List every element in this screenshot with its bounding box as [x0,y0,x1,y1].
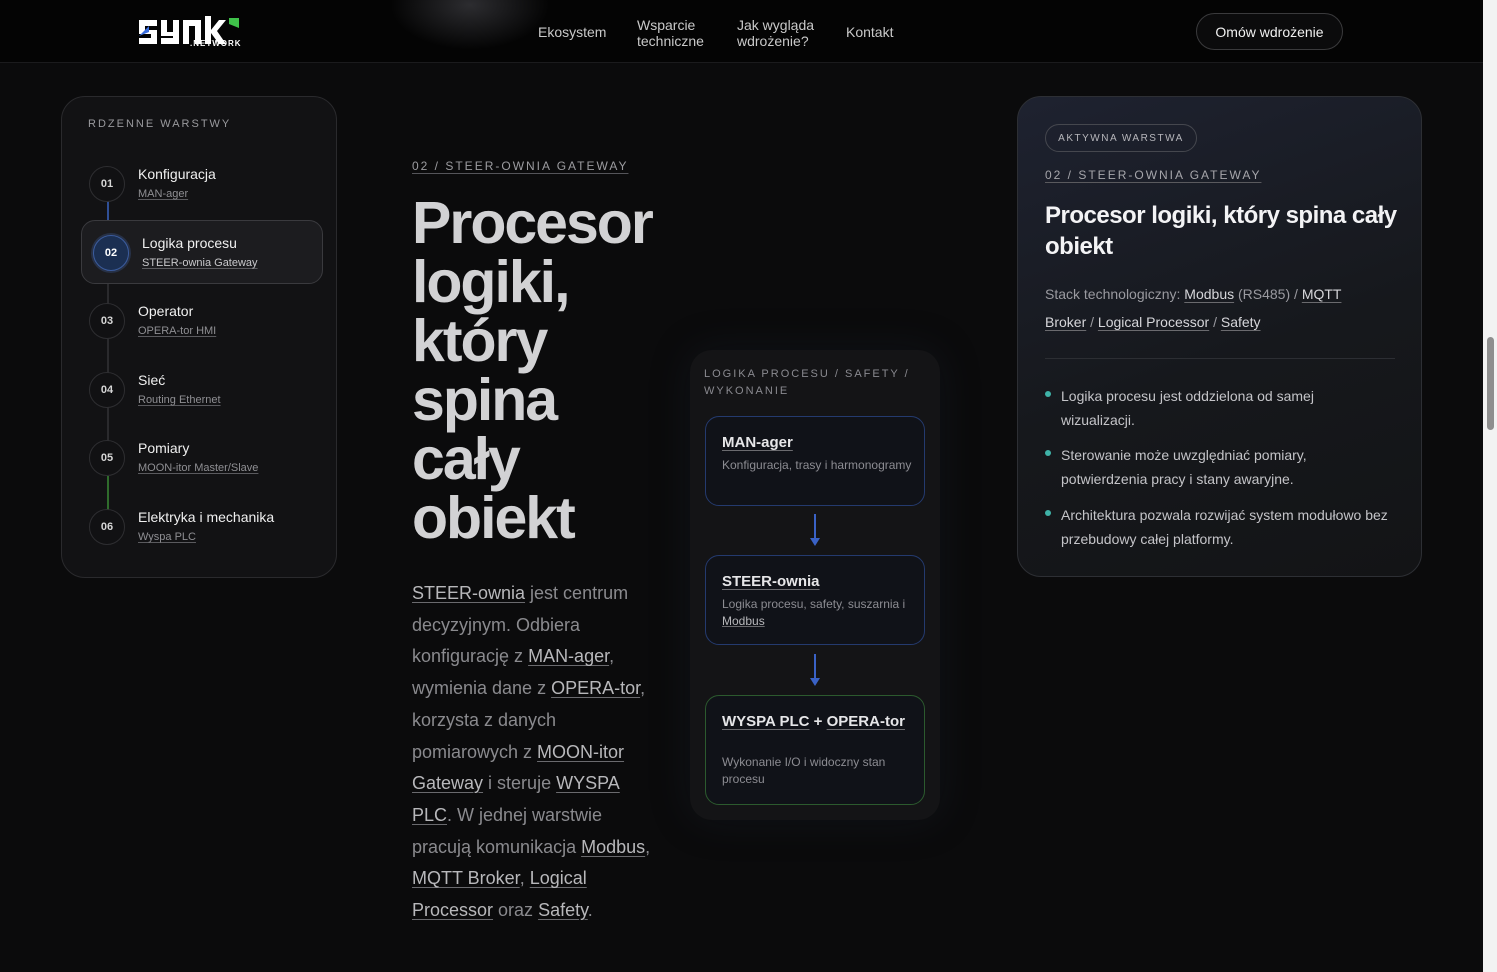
flow-desc-text: Logika procesu, safety, suszarnia i [722,597,906,611]
step-title: Sieć [138,372,166,388]
step-subtitle-link[interactable]: MOON-itor Master/Slave [138,462,258,474]
flow-node-desc: Logika procesu, safety, suszarnia i Modb… [722,596,912,630]
flow-arrow-down-icon [810,538,820,546]
flow-arrow-line [814,654,816,680]
bullet-text: Logika procesu jest oddzielona od samej … [1061,388,1314,428]
desc-text: , [519,868,530,889]
detail-divider [1045,358,1395,359]
layer-step-konfiguracja[interactable]: 01 Konfiguracja MAN-ager [89,166,321,216]
stack-label: Stack technologiczny: [1045,286,1185,302]
link-man-ager[interactable]: MAN-ager [528,646,609,666]
flow-arrow-line [814,514,816,540]
step-subtitle-link[interactable]: Routing Ethernet [138,394,221,406]
step-number: 06 [89,509,125,545]
layer-step-siec[interactable]: 04 Sieć Routing Ethernet [89,372,321,422]
section-headline: Procesor logiki, który spina cały obiekt [412,194,662,548]
step-subtitle-link[interactable]: OPERA-tor HMI [138,325,216,337]
stack-sep: / [1209,314,1221,330]
flow-node-steer-ownia: STEER-ownia Logika procesu, safety, susz… [705,555,925,645]
desc-text: i steruje [483,773,557,794]
logo-network-text: .NETWORK [190,39,242,48]
step-number: 02 [93,235,129,271]
flow-link-steer-ownia[interactable]: STEER-ownia [722,573,820,590]
stack-text: (RS485) / [1234,286,1302,302]
desc-text: , [645,836,651,857]
layer-step-pomiary[interactable]: 05 Pomiary MOON-itor Master/Slave [89,440,321,490]
bullet-text: Architektura pozwala rozwijać system mod… [1061,507,1388,547]
nav-wsparcie-techniczne[interactable]: Wsparcie techniczne [637,17,704,49]
flow-link-man-ager[interactable]: MAN-ager [722,434,793,451]
bullet-text: Sterowanie może uwzględniać pomiary, pot… [1061,447,1307,487]
scrollbar-thumb[interactable] [1487,337,1494,430]
step-number: 04 [89,372,125,408]
headline-line: który [412,308,548,374]
link-opera-tor[interactable]: OPERA-tor [551,678,640,698]
step-subtitle-link[interactable]: MAN-ager [138,188,188,200]
link-steer-ownia[interactable]: STEER-ownia [412,583,525,603]
stack-sep: / [1086,314,1098,330]
flow-link-modbus[interactable]: Modbus [722,614,765,628]
step-title: Pomiary [138,440,190,456]
nav-wsparcie-line1: Wsparcie [637,17,696,33]
flow-node-man-ager: MAN-ager Konfiguracja, trasy i harmonogr… [705,416,925,506]
flow-node-desc: Konfiguracja, trasy i harmonogramy [722,458,912,472]
headline-line: cały [412,426,521,492]
desc-text: . [587,900,593,921]
step-number: 05 [89,440,125,476]
step-number: 03 [89,303,125,339]
tech-stack: Stack technologiczny: Modbus (RS485) / M… [1045,280,1385,336]
link-modbus[interactable]: Modbus [581,837,645,857]
stack-link-logical-processor[interactable]: Logical Processor [1098,314,1209,330]
nav-ekosystem[interactable]: Ekosystem [538,24,606,40]
layer-step-logika-procesu[interactable]: 02 Logika procesu STEER-ownia Gateway [93,235,325,285]
layer-step-elektryka[interactable]: 06 Elektryka i mechanika Wyspa PLC [89,509,321,559]
step-number: 01 [89,166,125,202]
detail-kicker: 02 / STEER-OWNIA GATEWAY [1045,168,1262,182]
flow-node-title: STEER-ownia [722,572,820,591]
bullet-dot-icon [1045,510,1051,516]
flow-node-title: WYSPA PLC + OPERA-tor [722,712,912,731]
page-scrollbar[interactable] [1483,0,1497,972]
step-title: Elektryka i mechanika [138,509,275,525]
discuss-deployment-button[interactable]: Omów wdrożenie [1196,13,1343,50]
headline-line: obiekt [412,485,576,551]
bullet-dot-icon [1045,450,1051,456]
step-subtitle-link[interactable]: Wyspa PLC [138,531,196,543]
detail-title: Procesor logiki, który spina cały obiekt [1045,202,1397,260]
flow-link-wyspa-plc[interactable]: WYSPA PLC [722,713,810,730]
link-safety[interactable]: Safety [538,900,588,920]
stack-link-modbus[interactable]: Modbus [1184,286,1234,302]
stack-link-safety[interactable]: Safety [1221,314,1261,330]
step-title: Konfiguracja [138,166,216,182]
section-kicker: 02 / STEER-OWNIA GATEWAY [412,159,629,173]
headline-line: Procesor [412,190,654,256]
headline-line: logiki, [412,249,570,315]
step-title: Logika procesu [142,235,237,251]
link-mqtt-broker[interactable]: MQTT Broker [412,868,520,888]
flow-title: LOGIKA PROCESU / SAFETY / WYKONANIE [704,368,910,397]
core-layers-title: RDZENNE WARSTWY [88,118,232,130]
flow-node-title: MAN-ager [722,433,793,452]
flow-title-sep: + [809,713,827,730]
section-description: STEER-ownia jest centrum decyzyjnym. Odb… [412,578,652,927]
layer-step-operator[interactable]: 03 Operator OPERA-tor HMI [89,303,321,353]
bullet-dot-icon [1045,391,1051,397]
nav-wsparcie-line2: techniczne [637,33,704,49]
desc-text: oraz [493,900,539,921]
step-title: Operator [138,303,194,319]
active-layer-badge: AKTYWNA WARSTWA [1045,124,1197,152]
flow-node-desc: Wykonanie I/O i widoczny stan procesu [722,755,886,786]
step-subtitle-link[interactable]: STEER-ownia Gateway [142,257,258,269]
flow-link-opera-tor[interactable]: OPERA-tor [827,713,905,730]
nav-wdrozenie-line2: wdrożenie? [737,33,809,49]
nav-wdrozenie-line1: Jak wygląda [737,17,815,33]
flow-node-wyspa-plc-opera-tor: WYSPA PLC + OPERA-tor Wykonanie I/O i wi… [705,695,925,805]
headline-line: spina [412,367,558,433]
nav-kontakt[interactable]: Kontakt [846,24,893,40]
flow-arrow-down-icon [810,678,820,686]
nav-jak-wyglada-wdrozenie[interactable]: Jak wygląda wdrożenie? [737,17,814,49]
